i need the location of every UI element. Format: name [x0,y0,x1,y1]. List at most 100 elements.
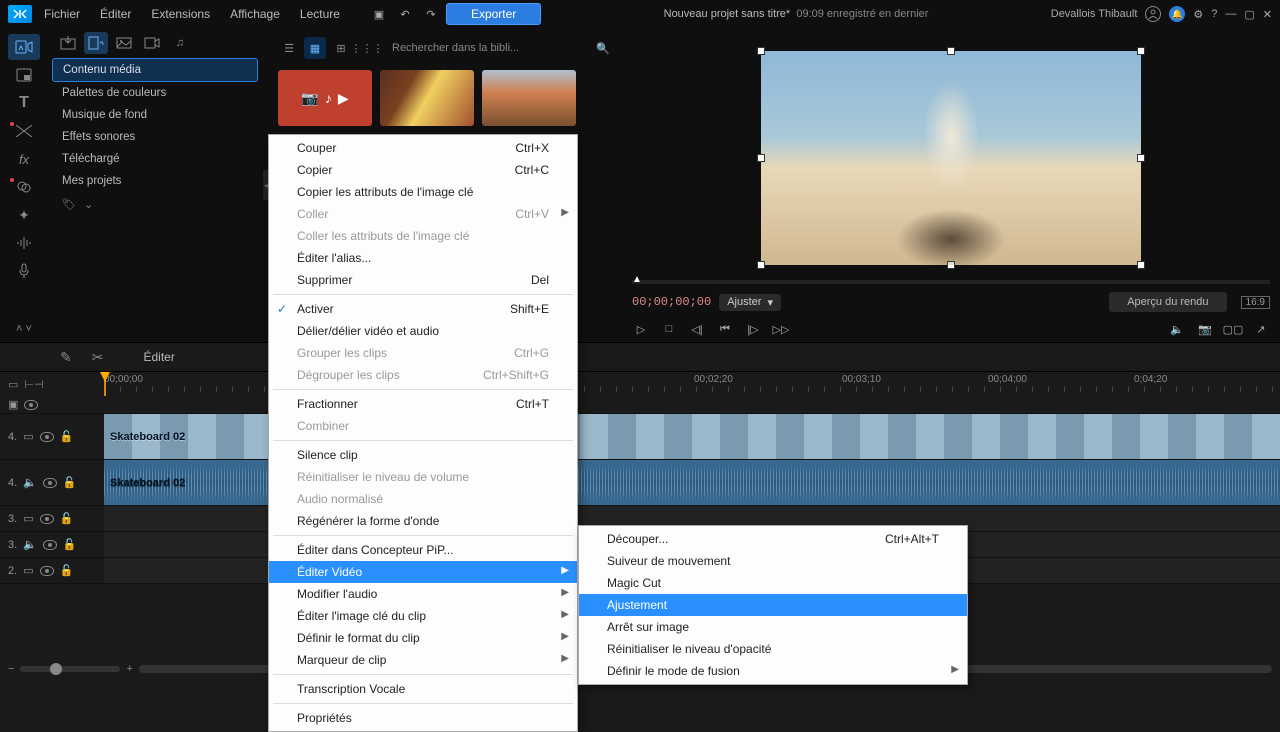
import-icon[interactable] [56,32,80,54]
zoom-in-icon[interactable]: + [126,663,132,675]
export-button[interactable]: Exporter [446,3,541,25]
menu-edit[interactable]: Éditer [92,3,139,25]
handle-ml[interactable] [757,154,765,162]
lock-icon[interactable]: 🔓 [60,564,74,577]
edit-label[interactable]: Éditer [123,350,194,364]
ctx-item[interactable]: Éditer Vidéo▶ [269,561,577,583]
brush-icon[interactable]: ✎ [60,349,72,366]
notification-icon[interactable]: 🔔 [1169,6,1185,22]
ctx-item[interactable]: SupprimerDel [269,269,577,291]
ctx-item[interactable]: Ajustement [579,594,967,616]
title-room-icon[interactable]: T [8,90,40,116]
ctx-item[interactable]: CouperCtrl+X [269,137,577,159]
lib-content-media[interactable]: Contenu média [52,58,258,82]
visibility-icon[interactable] [40,432,54,442]
preview-seek-bar[interactable]: ▲ [632,280,1270,284]
aspect-ratio-button[interactable]: 16:9 [1241,296,1270,309]
playhead[interactable] [104,372,106,396]
video-track-icon[interactable]: ▭ [23,430,33,443]
lib-bg-music[interactable]: Musique de fond [52,104,258,126]
sidebar-expand-icon[interactable]: ˄ ˅ [8,316,40,342]
menu-file[interactable]: Fichier [36,3,88,25]
ctx-item[interactable]: Délier/délier vidéo et audio [269,320,577,342]
handle-br[interactable] [1137,261,1145,269]
magnet-icon[interactable]: ⊢⊣ [24,378,43,391]
ctx-item[interactable]: Éditer dans Concepteur PiP... [269,539,577,561]
save-icon[interactable]: ▣ [368,3,390,25]
handle-tr[interactable] [1137,47,1145,55]
audio-filter-icon[interactable]: ♫ [168,32,192,54]
lib-sound-fx[interactable]: Effets sonores [52,126,258,148]
audio-track-icon[interactable]: 🔈 [23,476,37,489]
grid-small-icon[interactable]: ▦ [304,37,326,59]
render-preview-button[interactable]: Aperçu du rendu [1109,292,1226,312]
snapshot-icon[interactable]: 📷 [1196,320,1214,338]
photo-filter-icon[interactable] [112,32,136,54]
ctx-item[interactable]: Silence clip [269,444,577,466]
ctx-item[interactable]: Arrêt sur image [579,616,967,638]
audio-track-icon[interactable]: 🔈 [23,538,37,551]
handle-mr[interactable] [1137,154,1145,162]
lock-icon[interactable]: 🔓 [60,430,74,443]
ctx-item[interactable]: Définir le format du clip▶ [269,627,577,649]
popout-icon[interactable]: ↗ [1252,320,1270,338]
preview-frame[interactable] [761,51,1141,265]
video-track-icon[interactable]: ▭ [23,564,33,577]
goto-start-icon[interactable]: ⏮ [716,320,734,338]
media-room-icon[interactable] [8,34,40,60]
zoom-out-icon[interactable]: − [8,663,14,675]
menu-extensions[interactable]: Extensions [143,3,218,25]
overlay-room-icon[interactable] [8,174,40,200]
lib-color-boards[interactable]: Palettes de couleurs [52,82,258,104]
preview-viewport[interactable]: ▲ [622,28,1280,288]
ctx-item[interactable]: FractionnerCtrl+T [269,393,577,415]
visibility-icon[interactable] [43,540,57,550]
search-icon[interactable]: 🔍 [592,37,614,59]
play-icon[interactable]: ▷ [632,320,650,338]
fast-forward-icon[interactable]: ▷▷ [772,320,790,338]
ctx-item[interactable]: Marqueur de clip▶ [269,649,577,671]
audio-room-icon[interactable] [8,230,40,256]
prev-frame-icon[interactable]: ◁| [688,320,706,338]
visibility-icon[interactable] [43,478,57,488]
video-filter-icon[interactable] [140,32,164,54]
user-avatar-icon[interactable] [1145,6,1161,22]
ctx-item[interactable]: Propriétés [269,707,577,729]
stop-icon[interactable]: □ [660,320,678,338]
particle-room-icon[interactable]: ✦ [8,202,40,228]
fx-room-icon[interactable]: fx [8,146,40,172]
grid-large-icon[interactable]: ⊞ [330,37,352,59]
maximize-icon[interactable]: ▢ [1244,8,1254,21]
lock-icon[interactable]: 🔓 [60,512,74,525]
next-frame-icon[interactable]: |▷ [744,320,762,338]
search-input[interactable]: Rechercher dans la bibli... [388,40,588,56]
ctx-item[interactable]: Copier les attributs de l'image clé [269,181,577,203]
collapse-icon[interactable]: ⌄ [84,198,93,211]
ctx-item[interactable]: Magic Cut [579,572,967,594]
dual-view-icon[interactable]: ▢▢ [1224,320,1242,338]
help-icon[interactable]: ? [1211,8,1217,20]
track-icon[interactable]: ▭ [8,378,18,391]
lib-my-projects[interactable]: Mes projets [52,170,258,192]
volume-icon[interactable]: 🔈 [1168,320,1186,338]
lock-icon[interactable]: 🔓 [63,476,77,489]
media-thumb-food[interactable] [380,70,474,126]
transition-room-icon[interactable] [8,118,40,144]
video-track-icon[interactable]: ▭ [23,512,33,525]
media-thumb-canyon[interactable] [482,70,576,126]
handle-bm[interactable] [947,261,955,269]
ctx-item[interactable]: CopierCtrl+C [269,159,577,181]
lib-downloaded[interactable]: Téléchargé [52,148,258,170]
visibility-icon[interactable] [40,566,54,576]
lock-icon[interactable]: 🔓 [63,538,77,551]
ctx-item[interactable]: Transcription Vocale [269,678,577,700]
handle-tl[interactable] [757,47,765,55]
visibility-icon[interactable] [24,400,38,410]
tag-icon[interactable]: 🏷 [62,198,76,211]
media-thumb-stock[interactable]: 📷 ♪ ▶ [278,70,372,126]
handle-bl[interactable] [757,261,765,269]
ctx-item[interactable]: Éditer l'image clé du clip▶ [269,605,577,627]
media-filter-icon[interactable] [84,32,108,54]
ctx-item[interactable]: ✓ActiverShift+E [269,298,577,320]
settings-icon[interactable]: ⚙ [1193,8,1203,21]
